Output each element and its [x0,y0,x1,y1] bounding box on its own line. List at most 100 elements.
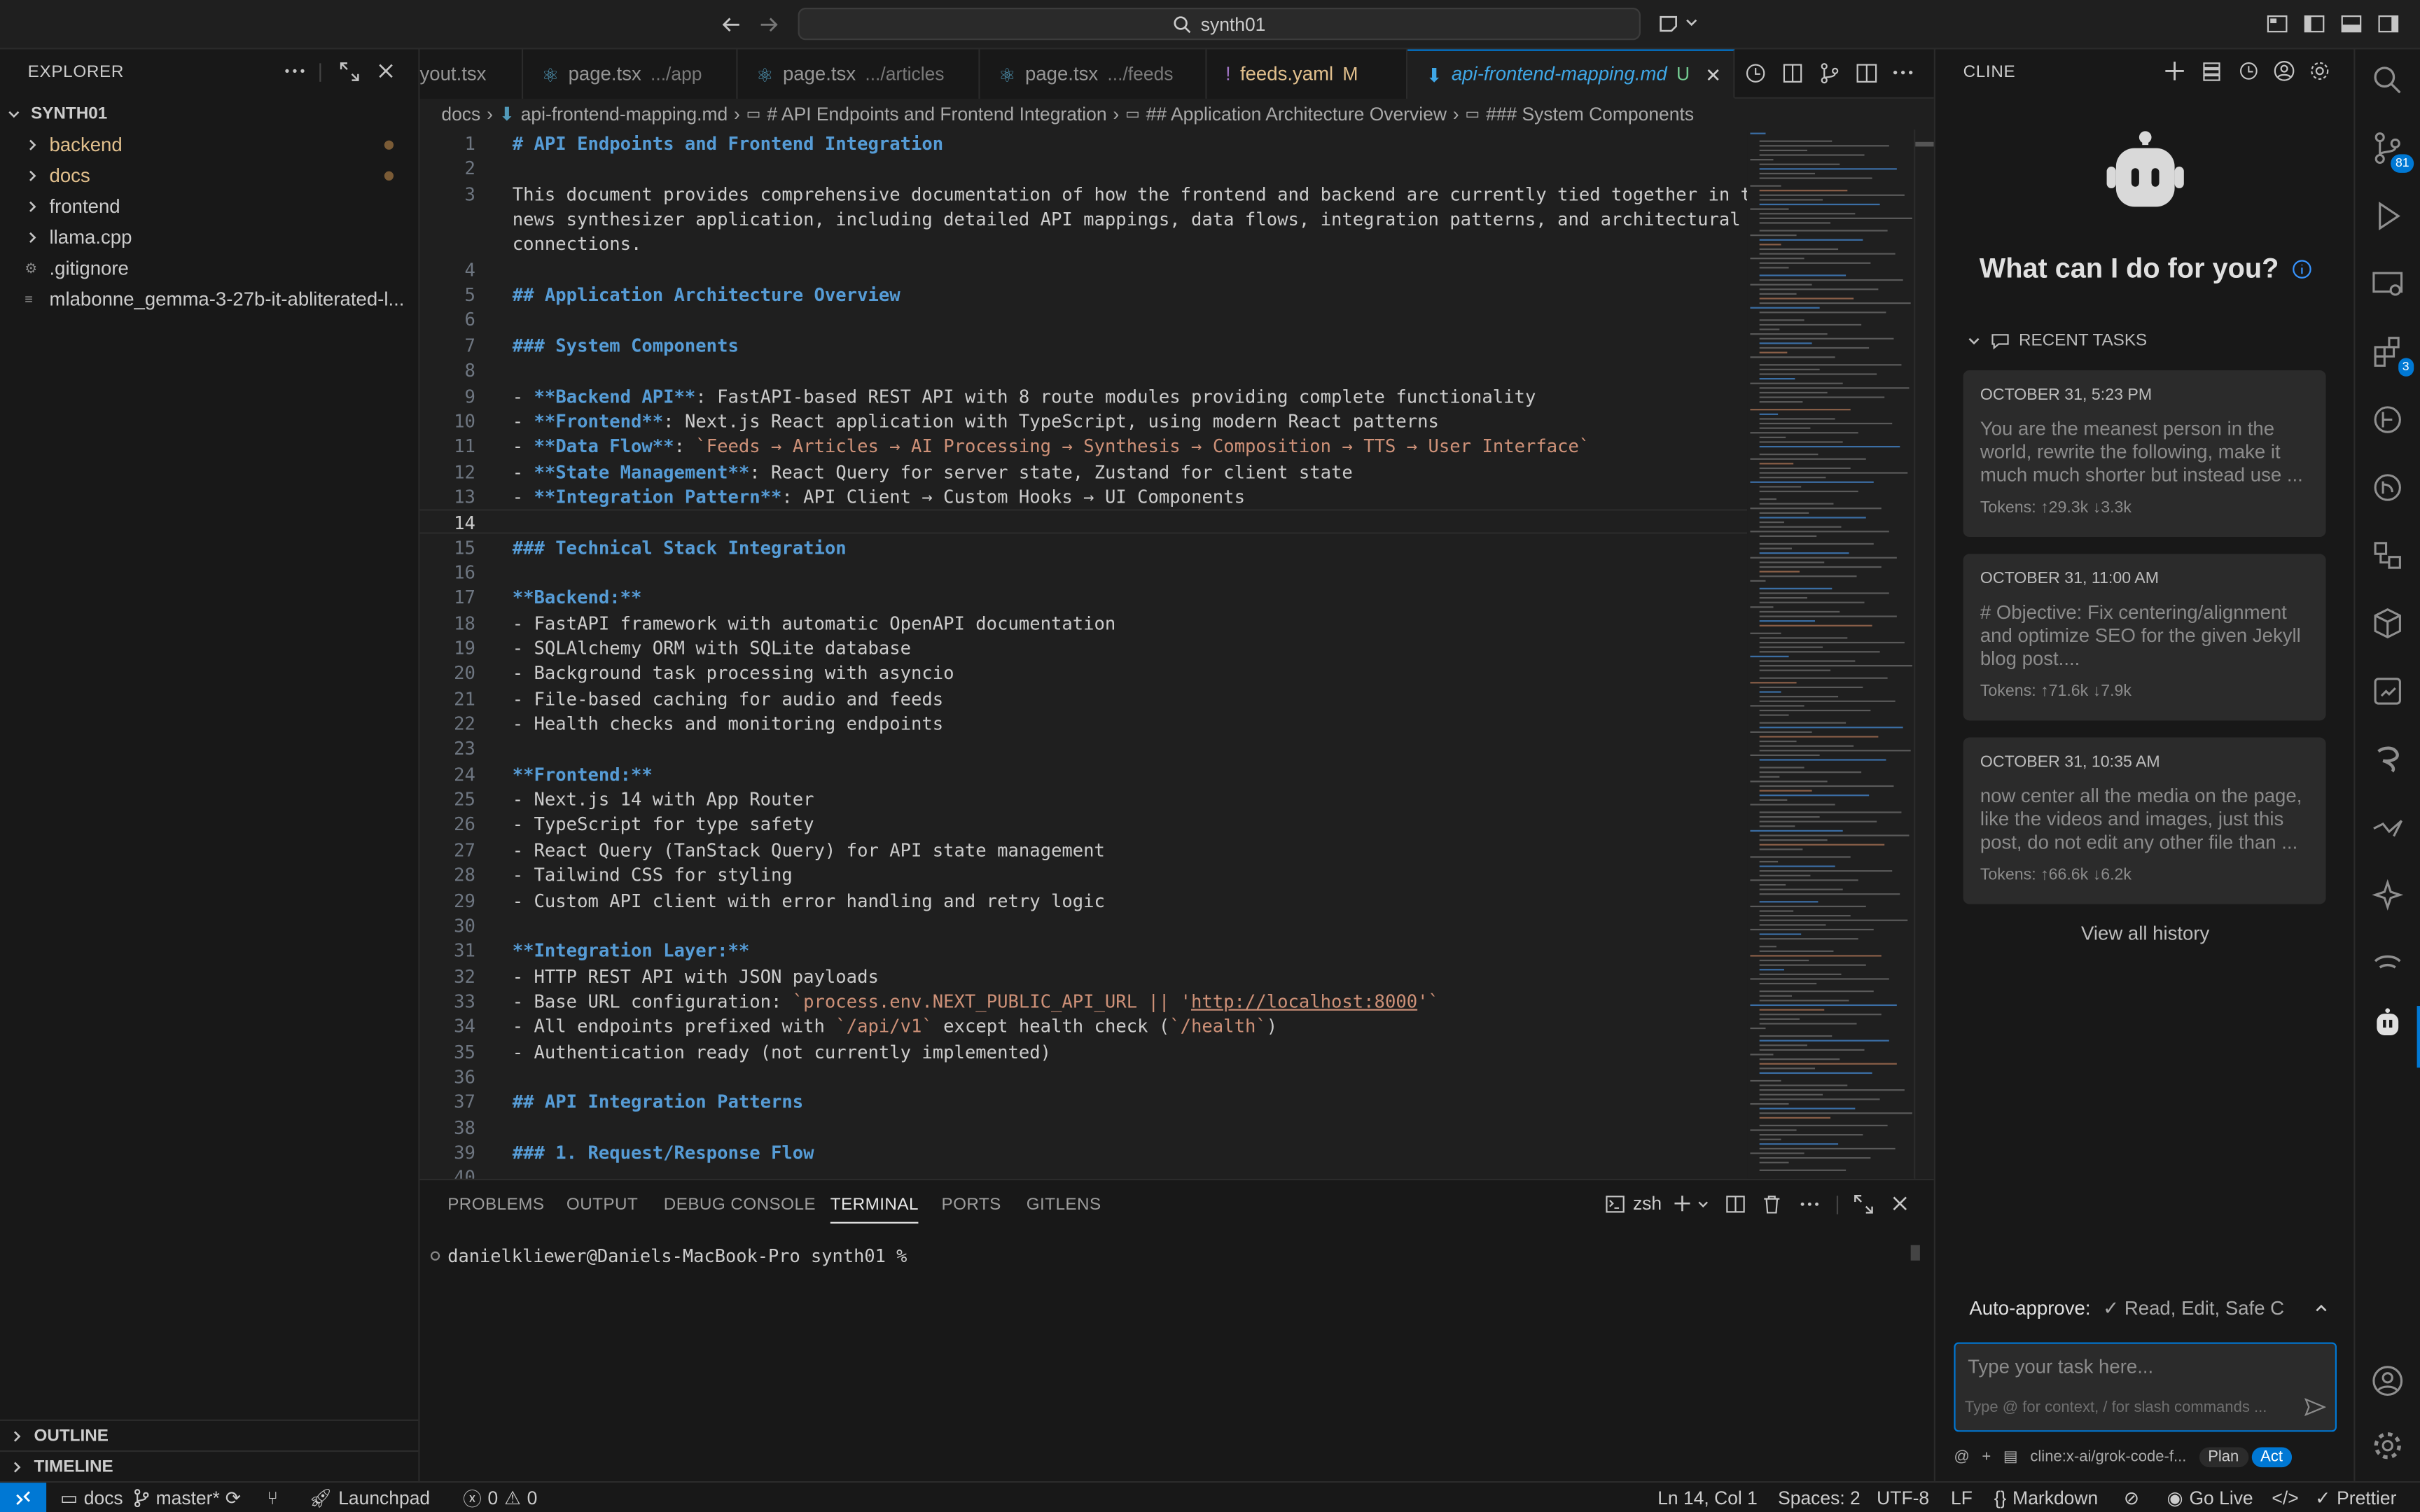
code-line[interactable]: 33 - Base URL configuration: `process.env… [420,989,1748,1014]
code-line[interactable]: 37 ## API Integration Patterns [420,1090,1748,1114]
code-line[interactable]: 28 - Tailwind CSS for styling [420,862,1748,887]
remote-indicator[interactable] [0,1483,47,1512]
sparkle-icon[interactable] [2370,878,2407,915]
account-icon[interactable] [2274,60,2295,82]
new-task-icon[interactable] [2164,60,2185,82]
code-line[interactable]: 24 **Frontend:** [420,762,1748,786]
cursor-position[interactable]: Ln 14, Col 1 [1657,1483,1758,1512]
toggle-panel-icon[interactable] [2339,13,2363,36]
mcp-servers-icon[interactable] [2201,60,2223,82]
code-line[interactable]: 21 - File-based caching for audio and fee… [420,686,1748,710]
tab-debug-console[interactable]: DEBUG CONSOLE [664,1196,816,1214]
code-line[interactable]: 13 - **Integration Pattern**: API Client … [420,484,1748,509]
tree-folder[interactable]: llama.cpp [0,222,418,253]
docker-icon[interactable] [2370,674,2407,711]
outline-section[interactable]: OUTLINE [0,1419,419,1450]
split-editor-icon[interactable] [1855,62,1878,85]
code-line-wrap[interactable]: connections. [420,232,1748,256]
toggle-primary-sidebar-icon[interactable] [2303,13,2326,36]
tab-gitlens[interactable]: GITLENS [1027,1196,1101,1214]
minimap[interactable] [1747,130,1914,1179]
code-line[interactable]: 4 [420,258,1748,282]
code-line[interactable]: 1 # API Endpoints and Frontend Integratio… [420,131,1748,155]
task-input[interactable]: Type your task here... Type @ for contex… [1954,1342,2337,1432]
at-mention-icon[interactable]: @ [1954,1448,1969,1465]
prettier[interactable]: ✓ Prettier [2315,1483,2396,1512]
tab-page-feeds[interactable]: ⚛ page.tsx .../feeds [980,49,1207,99]
code-line[interactable]: 36 [420,1065,1748,1089]
mcp-icon[interactable]: ▤ [2003,1448,2018,1465]
code-line[interactable]: 30 [420,913,1748,937]
code-line[interactable]: 22 - Health checks and monitoring endpoin… [420,711,1748,736]
source-control-icon[interactable] [1818,62,1841,85]
workspace-root[interactable]: SYNTH01 [0,99,418,130]
tree-folder[interactable]: backend [0,130,418,160]
code-line[interactable]: 32 - HTTP REST API with JSON payloads [420,964,1748,988]
tab-problems[interactable]: PROBLEMS [447,1196,544,1214]
history-icon[interactable] [2238,60,2260,82]
open-preview-icon[interactable] [1781,62,1804,85]
tree-folder[interactable]: frontend [0,191,418,222]
code-line[interactable]: 23 [420,736,1748,761]
source-control-icon[interactable]: 81 [2370,131,2414,173]
end-of-line[interactable]: LF [1951,1483,1973,1512]
gitlens-status-icon[interactable]: ⑂ [267,1483,278,1512]
code-line[interactable]: 20 - Background task processing with asyn… [420,661,1748,685]
code-line[interactable]: 38 [420,1115,1748,1140]
azure-icon[interactable] [2370,810,2407,847]
problems-indicator[interactable]: ⓧ 0 ⚠ 0 [463,1483,537,1512]
account-icon[interactable] [2370,1364,2407,1401]
forward-arrow-icon[interactable] [756,13,781,37]
split-terminal-icon[interactable] [1725,1194,1746,1214]
launchpad[interactable]: 🚀︎ Launchpad [309,1483,430,1512]
code-line[interactable]: 18 - FastAPI framework with automatic Ope… [420,610,1748,635]
remote-icon[interactable] [2370,946,2407,983]
code-line[interactable]: 27 - React Query (TanStack Query) for API… [420,837,1748,862]
maximize-icon[interactable] [340,62,360,82]
settings-gear-icon[interactable] [2309,60,2330,82]
code-line[interactable]: 29 - Custom API client with error handlin… [420,888,1748,912]
code-line[interactable]: 3 This document provides comprehensive do… [420,181,1747,206]
code-line[interactable]: 34 - All endpoints prefixed with `/api/v1… [420,1014,1748,1039]
add-terminal-icon[interactable] [1673,1194,1691,1212]
code-icon[interactable]: </> [2272,1483,2298,1512]
tab-output[interactable]: OUTPUT [566,1196,638,1214]
code-line[interactable]: 16 [420,560,1748,584]
breadcrumb-item[interactable]: ## Application Architecture Overview [1146,104,1447,125]
breadcrumb-item[interactable]: ### System Components [1486,104,1694,125]
code-line[interactable]: 9 - **Backend API**: FastAPI-based REST A… [420,384,1748,408]
terminal-shell-selector[interactable]: zsh [1605,1193,1662,1214]
plan-toggle[interactable]: Plan [2198,1446,2248,1466]
rest-client-icon[interactable] [2370,742,2407,779]
encoding[interactable]: UTF-8 [1877,1483,1929,1512]
git-branch[interactable]: master* [133,1483,220,1512]
view-all-history-link[interactable]: View all history [1935,923,2356,944]
indentation[interactable]: Spaces: 2 [1778,1483,1861,1512]
code-line[interactable]: 19 - SQLAlchemy ORM with SQLite database [420,636,1748,660]
close-panel-icon[interactable] [1891,1194,1909,1212]
code-line[interactable]: 39 ### 1. Request/Response Flow [420,1140,1748,1165]
code-line[interactable]: 2 [420,156,1748,181]
maximize-panel-icon[interactable] [1854,1194,1874,1214]
run-debug-icon[interactable] [2370,199,2407,236]
add-icon[interactable]: + [1982,1448,1991,1465]
tab-ports[interactable]: PORTS [942,1196,1001,1214]
close-icon[interactable] [377,62,395,80]
command-center-search[interactable]: synth01 [798,8,1641,41]
more-actions-icon[interactable] [1800,1194,1820,1214]
code-line[interactable]: 6 [420,308,1748,332]
package-icon[interactable] [2370,606,2407,643]
tab-terminal[interactable]: TERMINAL [830,1196,919,1224]
recent-task-card[interactable]: OCTOBER 31, 5:23 PM You are the meanest … [1963,370,2326,538]
git-graph-icon[interactable] [2370,402,2407,440]
workspace-folder[interactable]: ▭ docs [60,1483,123,1512]
tab-page-app[interactable]: ⚛ page.tsx .../app [523,49,738,99]
copilot-icon[interactable] [1657,10,1697,35]
auto-approve-bar[interactable]: Auto-approve: ✓ Read, Edit, Safe C [1969,1296,2339,1320]
code-line[interactable]: 7 ### System Components [420,333,1748,358]
code-line[interactable]: 15 ### Technical Stack Integration [420,535,1748,559]
code-line-wrap[interactable]: news synthesizer application, including … [420,206,1748,231]
settings-gear-icon[interactable] [2370,1429,2407,1466]
timeline-section[interactable]: TIMELINE [0,1450,419,1481]
close-icon[interactable]: ✕ [1705,62,1721,85]
